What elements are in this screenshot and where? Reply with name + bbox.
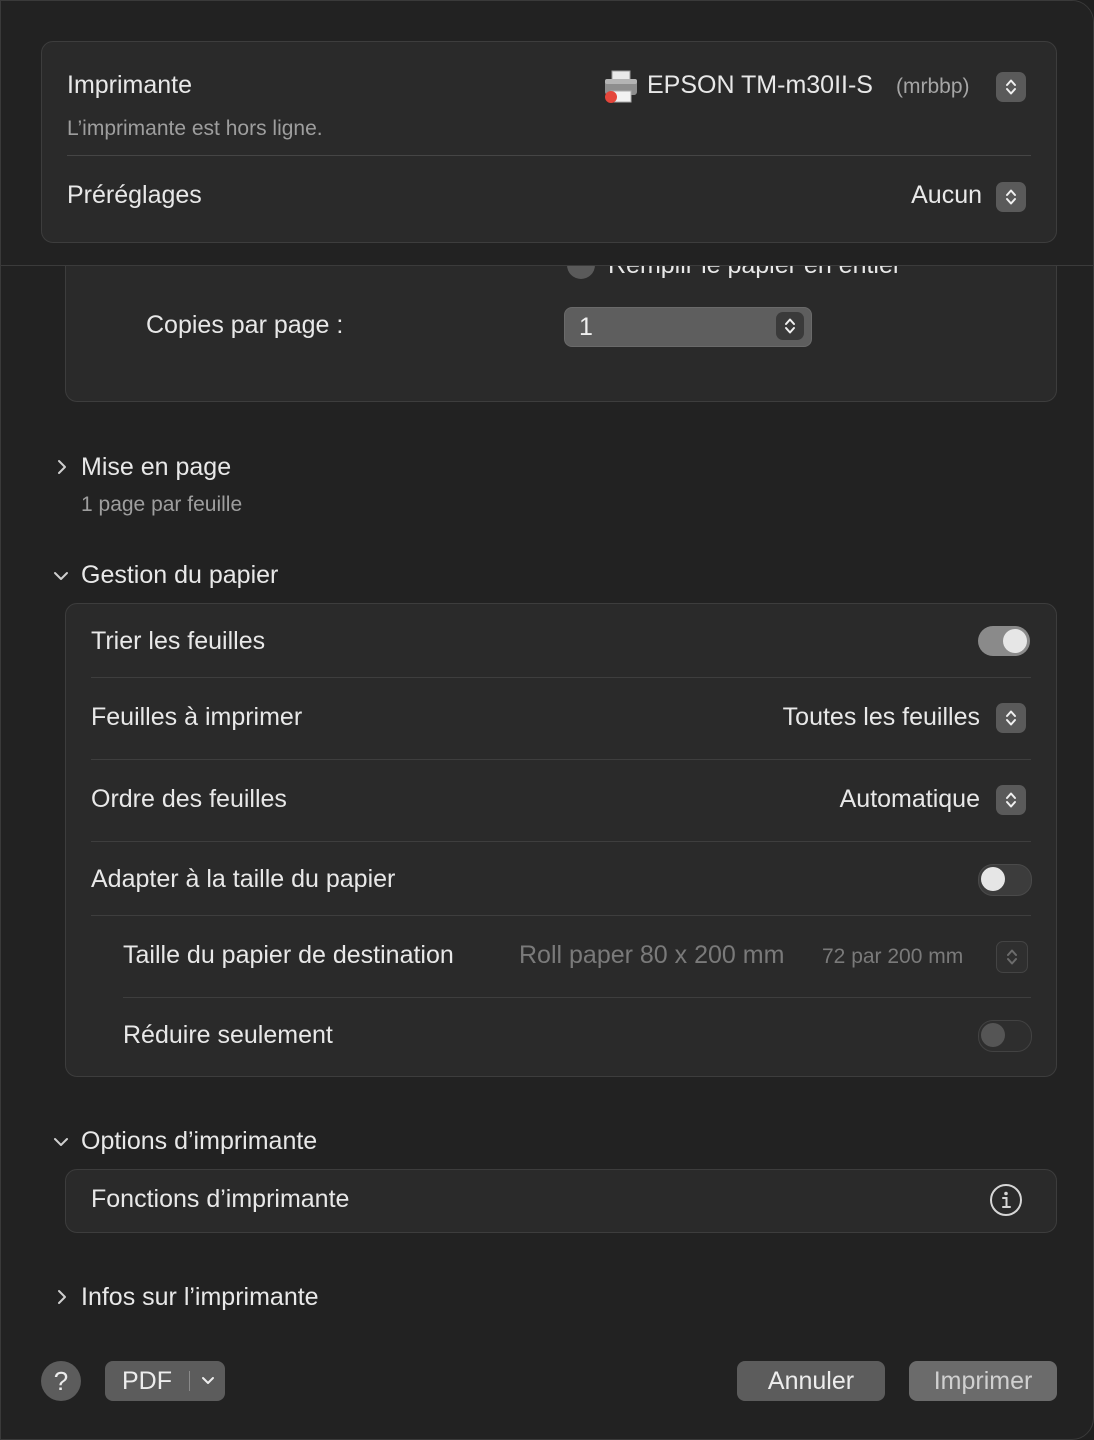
print-label: Imprimer	[933, 1366, 1033, 1395]
paper-handling-card	[65, 603, 1057, 1077]
pages-to-print-stepper[interactable]	[996, 703, 1026, 733]
help-button[interactable]: ?	[41, 1361, 81, 1401]
copies-per-page-field[interactable]: 1	[564, 307, 812, 347]
printer-features-label: Fonctions d’imprimante	[91, 1185, 350, 1213]
printer-options-section-title: Options d’imprimante	[81, 1127, 318, 1155]
printer-status: L’imprimante est hors ligne.	[67, 117, 323, 140]
collate-label: Trier les feuilles	[91, 627, 266, 655]
printer-stepper[interactable]	[996, 72, 1026, 102]
presets-value: Aucun	[911, 181, 982, 209]
layout-section-title: Mise en page	[81, 453, 232, 481]
printer-name: EPSON TM-m30II-S	[647, 71, 873, 99]
separator	[189, 1371, 190, 1391]
scale-to-fit-toggle[interactable]	[978, 864, 1032, 896]
chevron-down-icon	[202, 1377, 214, 1384]
copies-per-page-value: 1	[579, 313, 593, 341]
scale-down-only-toggle[interactable]	[978, 1020, 1032, 1052]
printer-info-section-title: Infos sur l’imprimante	[81, 1283, 319, 1311]
printer-host: (mrbbp)	[896, 75, 970, 98]
toggle-knob	[1003, 629, 1027, 653]
pdf-label: PDF	[122, 1367, 172, 1395]
up-down-chevron-icon	[1006, 710, 1016, 726]
copies-per-page-label: Copies par page :	[146, 311, 344, 339]
chevron-right-icon	[58, 1290, 66, 1304]
dest-paper-dims: 72 par 200 mm	[822, 945, 964, 968]
separator	[123, 997, 1031, 998]
printer-icon	[605, 70, 637, 103]
dest-paper-label: Taille du papier de destination	[123, 941, 454, 969]
print-dialog: Remplir le papier en entier Copies par p…	[0, 0, 1094, 1440]
help-icon: ?	[53, 1365, 69, 1396]
cancel-button[interactable]: Annuler	[737, 1361, 885, 1401]
presets-stepper[interactable]	[996, 182, 1026, 212]
copies-stepper[interactable]	[776, 312, 804, 340]
info-icon[interactable]	[989, 1183, 1023, 1217]
up-down-chevron-icon	[1006, 792, 1016, 808]
page-order-stepper[interactable]	[996, 785, 1026, 815]
pdf-menu-button[interactable]: PDF	[105, 1361, 225, 1401]
print-button[interactable]: Imprimer	[909, 1361, 1057, 1401]
separator	[91, 841, 1031, 842]
collate-toggle[interactable]	[978, 626, 1030, 656]
printer-label: Imprimante	[67, 71, 193, 99]
dest-paper-stepper[interactable]	[996, 941, 1028, 973]
chevron-down-icon	[54, 572, 68, 580]
pages-to-print-label: Feuilles à imprimer	[91, 703, 303, 731]
pages-to-print-value: Toutes les feuilles	[782, 703, 980, 731]
up-down-chevron-icon	[1006, 189, 1016, 205]
toggle-knob	[981, 867, 1005, 891]
paper-handling-section-title: Gestion du papier	[81, 561, 279, 589]
separator	[91, 759, 1031, 760]
page-order-label: Ordre des feuilles	[91, 785, 287, 813]
printer-card	[41, 41, 1057, 243]
presets-label: Préréglages	[67, 181, 202, 209]
up-down-chevron-icon	[785, 318, 795, 334]
chevron-right-icon	[58, 460, 66, 474]
scale-down-only-label: Réduire seulement	[123, 1021, 333, 1049]
separator	[67, 155, 1031, 156]
dest-paper-value: Roll paper 80 x 200 mm	[519, 941, 785, 969]
printer-header: Imprimante L’imprimante est hors ligne. …	[1, 1, 1093, 266]
up-down-chevron-icon	[1006, 79, 1016, 95]
chevron-down-icon	[54, 1138, 68, 1146]
layout-summary: 1 page par feuille	[81, 493, 243, 516]
separator	[91, 915, 1031, 916]
page-order-value: Automatique	[839, 785, 980, 813]
separator	[91, 677, 1031, 678]
cancel-label: Annuler	[767, 1366, 855, 1395]
scale-to-fit-label: Adapter à la taille du papier	[91, 865, 396, 893]
toggle-knob	[981, 1023, 1005, 1047]
up-down-chevron-icon	[1007, 949, 1017, 965]
